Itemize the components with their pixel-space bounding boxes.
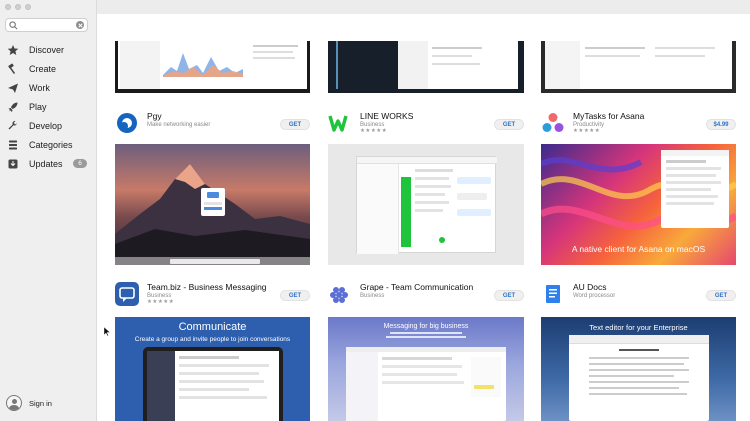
mouse-cursor-icon [104,327,110,336]
search-field[interactable] [5,18,88,32]
sidebar-item-label: Develop [29,120,63,131]
app-screenshot[interactable]: Communicate Create a group and invite pe… [115,317,310,421]
get-button[interactable]: GET [280,290,310,301]
sign-in-label: Sign in [29,398,52,408]
grape-app-icon [328,282,352,306]
sign-in-button[interactable]: Sign in [6,395,52,411]
app-listing-grape[interactable]: Grape - Team Communication Business GET [328,282,524,308]
app-listing-line-works[interactable]: LINE WORKS Business ★★★★★ GET [328,111,524,137]
screenshot-headline: Text editor for your Enterprise [589,323,688,332]
app-listing-au-docs[interactable]: AU Docs Word processor GET [541,282,736,308]
hammer-icon [7,63,19,75]
line-works-app-icon [328,111,352,135]
star-icon [7,44,19,56]
title-bar [0,0,750,14]
app-category: Make networking easier [147,122,211,128]
paper-plane-icon [7,82,19,94]
au-docs-app-icon [541,282,565,306]
sidebar-item-discover[interactable]: Discover [0,40,96,59]
sidebar: Discover Create Work Play Develop Catego… [0,0,97,421]
app-screenshot[interactable] [115,144,310,265]
get-button[interactable]: GET [494,119,524,130]
team-biz-app-icon [115,282,139,306]
sidebar-item-label: Create [29,63,57,74]
window-controls [5,4,31,10]
app-name[interactable]: MyTasks for Asana [573,111,644,121]
sidebar-item-label: Categories [29,139,73,150]
sidebar-item-play[interactable]: Play [0,97,96,116]
sidebar-item-label: Updates [29,158,63,169]
app-screenshot[interactable] [328,144,524,265]
sidebar-item-categories[interactable]: Categories [0,135,96,154]
app-grid[interactable]: Pgy Make networking easier GET LINE WORK… [98,14,750,421]
asana-app-icon [541,111,565,135]
wrench-icon [7,120,19,132]
download-icon [7,158,19,170]
get-button[interactable]: GET [494,290,524,301]
zoom-window-button[interactable] [25,4,31,10]
screenshot-subheadline: Create a group and invite people to join… [134,336,291,343]
updates-count-badge: 6 [73,159,87,168]
rating-stars: ★★★★★ [360,128,388,134]
app-listing-team-biz[interactable]: Team.biz - Business Messaging Business ★… [115,282,310,308]
pgy-app-icon [115,111,139,135]
stack-icon [7,139,19,151]
sidebar-item-create[interactable]: Create [0,59,96,78]
app-category: Word processor [573,293,616,299]
price-button[interactable]: $4.99 [706,119,736,130]
app-name[interactable]: AU Docs [573,282,607,292]
app-screenshot[interactable]: Text editor for your Enterprise [541,317,736,421]
app-listing-mytasks-asana[interactable]: MyTasks for Asana Productivity ★★★★★ $4.… [541,111,736,137]
clear-search-icon[interactable] [76,21,84,29]
app-category: Business [360,293,385,299]
avatar-icon [6,395,22,411]
screenshot-headline: Communicate [178,321,247,333]
sidebar-item-label: Work [29,82,50,93]
app-screenshot[interactable] [115,41,310,93]
minimize-window-button[interactable] [15,4,21,10]
app-screenshot[interactable]: A native client for Asana on macOS [541,144,736,265]
rating-stars: ★★★★★ [147,299,175,305]
search-icon [9,21,18,30]
app-name[interactable]: Team.biz - Business Messaging [147,282,267,292]
rating-stars: ★★★★★ [573,128,601,134]
app-name[interactable]: Grape - Team Communication [360,282,473,292]
sidebar-item-label: Play [29,101,47,112]
app-screenshot[interactable] [541,41,736,93]
sidebar-item-updates[interactable]: Updates 6 [0,154,96,173]
close-window-button[interactable] [5,4,11,10]
sidebar-nav: Discover Create Work Play Develop Catego… [0,40,96,173]
app-screenshot[interactable] [328,41,524,93]
sidebar-item-work[interactable]: Work [0,78,96,97]
sidebar-item-label: Discover [29,44,65,55]
app-store-window: Discover Create Work Play Develop Catego… [0,0,750,421]
get-button[interactable]: GET [706,290,736,301]
app-screenshot[interactable]: Messaging for big business [328,317,524,421]
screenshot-headline: Messaging for big business [383,323,469,330]
get-button[interactable]: GET [280,119,310,130]
sidebar-item-develop[interactable]: Develop [0,116,96,135]
app-listing-pgy[interactable]: Pgy Make networking easier GET [115,111,310,137]
rocket-icon [7,101,19,113]
screenshot-caption: A native client for Asana on macOS [571,244,706,254]
app-name[interactable]: LINE WORKS [360,111,413,121]
app-name[interactable]: Pgy [147,111,162,121]
